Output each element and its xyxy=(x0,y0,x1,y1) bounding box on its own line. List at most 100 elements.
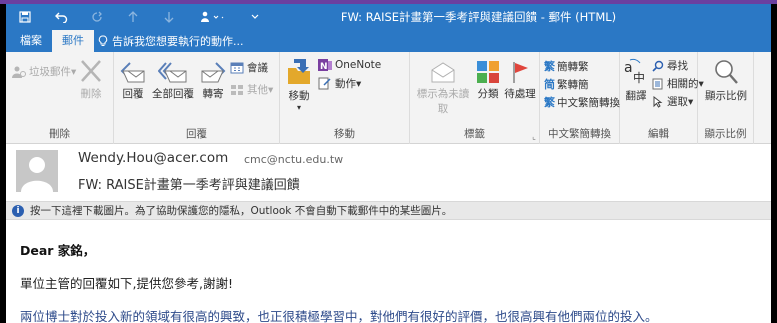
redo-button[interactable] xyxy=(86,6,108,28)
trad-to-simp-icon: 简 xyxy=(544,78,555,91)
more-grid-icon xyxy=(231,84,243,95)
previous-item-button[interactable] xyxy=(122,6,144,28)
chinese-convert-button[interactable]: 繁 中文繁簡轉換 xyxy=(544,94,620,110)
zoom-button[interactable]: 顯示比例 xyxy=(700,58,752,103)
translate-button[interactable]: a中 翻譯 xyxy=(622,58,650,103)
download-pictures-infobar[interactable]: i 按一下這裡下載圖片。為了協助保護您的隱私，Outlook 不會自動下載郵件中… xyxy=(6,201,771,220)
follow-up-button[interactable]: 待處理 xyxy=(504,60,536,101)
outlook-message-window: FW: RAISE計畫第一季考評與建議回饋 - 郵件 (HTML) 檔案 郵件 … xyxy=(6,4,771,323)
reply-all-icon xyxy=(158,62,187,83)
respond-group-label: 回覆 xyxy=(186,128,207,140)
svg-text:N: N xyxy=(320,62,328,72)
actions-button[interactable]: 動作 ▾ xyxy=(318,76,361,91)
redo-icon xyxy=(92,11,102,22)
meeting-button[interactable]: 會議 xyxy=(230,60,268,75)
reply-all-button[interactable]: 全部回覆 xyxy=(150,60,196,101)
reply-button[interactable]: 回覆 xyxy=(118,60,148,101)
trad-to-simp-label: 繁轉簡 xyxy=(557,78,589,91)
info-icon: i xyxy=(12,204,24,217)
qat-dropdown[interactable] xyxy=(244,6,266,28)
delete-group: 垃圾郵件 ▾ 刪除 刪除 xyxy=(6,52,114,144)
related-label: 相關的 xyxy=(667,78,699,90)
zoom-label: 顯示比例 xyxy=(705,90,747,102)
reply-icon xyxy=(120,62,145,83)
undo-icon xyxy=(54,12,67,23)
tab-message[interactable]: 郵件 xyxy=(52,30,94,52)
onenote-label: OneNote xyxy=(335,59,382,71)
delete-group-label: 刪除 xyxy=(49,128,70,140)
onenote-button[interactable]: N OneNote xyxy=(318,58,381,72)
onenote-icon: N xyxy=(318,59,332,72)
forward-label: 轉寄 xyxy=(202,88,224,100)
tell-me-placeholder: 告訴我您想要執行的動作... xyxy=(112,35,244,48)
ribbon: 垃圾郵件 ▾ 刪除 刪除 回覆 全部回覆 轉寄 會議 其他 ▾ 回覆 移動 ▾ … xyxy=(6,52,771,144)
chevron-down-icon xyxy=(251,14,259,19)
move-label: 移動 xyxy=(288,90,310,102)
person-touch-icon xyxy=(201,11,224,22)
related-button[interactable]: 相關的 ▾ xyxy=(652,76,704,91)
simp-to-trad-icon: 繁 xyxy=(544,60,555,73)
edit-group: a中 翻譯 尋找 相關的 ▾ 選取 ▾ 編輯 xyxy=(620,52,704,144)
delete-button[interactable]: 刪除 xyxy=(74,58,108,101)
magnifier-icon xyxy=(715,60,738,84)
next-item-button[interactable] xyxy=(158,6,180,28)
zoom-group: 顯示比例 顯示比例 xyxy=(698,52,754,144)
customize-qat-button[interactable] xyxy=(194,6,230,28)
undo-button[interactable] xyxy=(50,6,72,28)
calendar-icon xyxy=(230,62,244,74)
categorize-label: 分類 xyxy=(477,88,499,100)
infobar-text: 按一下這裡下載圖片。為了協助保護您的隱私，Outlook 不會自動下載郵件中的某… xyxy=(30,205,453,217)
move-group-label: 移動 xyxy=(334,128,355,140)
tags-group: 標示為未讀取 分類 待處理 ⌞ 標籤 xyxy=(410,52,540,144)
save-button[interactable] xyxy=(14,6,36,28)
trad-to-simp-button[interactable]: 简 繁轉簡 xyxy=(544,76,589,92)
message-header: Wendy.Hou@acer.com cmc@nctu.edu.tw FW: R… xyxy=(6,144,771,201)
mark-unread-button[interactable]: 標示為未讀取 xyxy=(412,60,474,116)
tags-group-label: 標籤 xyxy=(464,128,485,140)
forward-button[interactable]: 轉寄 xyxy=(198,60,228,101)
find-button[interactable]: 尋找 xyxy=(652,58,688,73)
translate-icon: a中 xyxy=(624,58,645,85)
junk-person-icon xyxy=(12,66,26,78)
tab-file[interactable]: 檔案 xyxy=(10,30,52,52)
meeting-label: 會議 xyxy=(247,62,268,74)
categorize-button[interactable]: 分類 xyxy=(474,60,502,101)
sender-address[interactable]: Wendy.Hou@acer.com xyxy=(78,150,228,166)
actions-dropdown-caret: ▾ xyxy=(356,77,362,90)
simp-to-trad-button[interactable]: 繁 簡轉繁 xyxy=(544,58,589,74)
person-silhouette-icon xyxy=(21,157,53,192)
message-subject: FW: RAISE計畫第一季考評與建議回饋 xyxy=(78,178,300,193)
arrow-down-icon xyxy=(164,12,174,23)
select-dropdown-caret: ▾ xyxy=(688,95,694,108)
body-paragraph-2: 兩位博士對於投入新的領域有很高的興致，也正很積極學習中，對他們有很好的評價，也很… xyxy=(20,309,658,323)
select-button[interactable]: 選取 ▾ xyxy=(652,94,693,109)
more-dropdown-caret: ▾ xyxy=(268,83,274,96)
junk-button[interactable]: 垃圾郵件 ▾ xyxy=(12,64,76,79)
svg-text:中: 中 xyxy=(633,70,645,85)
delete-label: 刪除 xyxy=(80,88,102,100)
title-bar: FW: RAISE計畫第一季考評與建議回饋 - 郵件 (HTML) xyxy=(6,4,771,30)
delete-x-icon xyxy=(81,60,101,82)
reply-label: 回覆 xyxy=(122,88,144,100)
tell-me-box[interactable]: 告訴我您想要執行的動作... xyxy=(94,30,244,52)
chinese-conversion-group: 繁 簡轉繁 简 繁轉簡 繁 中文繁簡轉換 中文繁簡轉換 xyxy=(540,52,620,144)
recipient-address[interactable]: cmc@nctu.edu.tw xyxy=(244,153,343,166)
body-paragraph-1: 單位主管的回覆如下,提供您參考,謝謝! xyxy=(20,276,233,291)
zoom-group-label: 顯示比例 xyxy=(704,128,747,140)
respond-group: 回覆 全部回覆 轉寄 會議 其他 ▾ 回覆 xyxy=(114,52,280,144)
greeting-text: Dear 家銘， xyxy=(20,243,96,258)
move-button[interactable]: 移動 ▾ xyxy=(284,58,314,112)
move-group: 移動 ▾ N OneNote 動作 ▾ 移動 xyxy=(280,52,410,144)
simp-to-trad-label: 簡轉繁 xyxy=(557,60,589,73)
more-respond-button[interactable]: 其他 ▾ xyxy=(230,82,273,97)
reply-all-label: 全部回覆 xyxy=(152,88,194,100)
forward-icon xyxy=(201,62,226,83)
flag-icon xyxy=(513,62,528,83)
envelope-unread-icon xyxy=(431,62,455,83)
search-icon xyxy=(652,60,664,72)
categorize-icon xyxy=(477,61,499,83)
mark-unread-label: 標示為未讀取 xyxy=(416,88,470,115)
quick-access-toolbar xyxy=(6,4,280,30)
move-dropdown-caret: ▾ xyxy=(296,103,301,112)
move-folder-icon xyxy=(288,59,310,84)
